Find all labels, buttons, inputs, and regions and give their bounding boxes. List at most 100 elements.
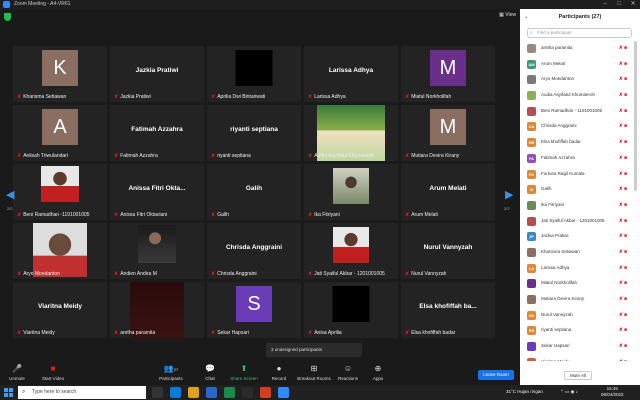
video-tile[interactable]: ✘ Audia Asyifatul Khumaeroh: [304, 105, 398, 161]
file-explorer-icon[interactable]: [188, 387, 199, 398]
reactions-button[interactable]: ☺ Reactions: [336, 364, 360, 381]
participant-list-item[interactable]: LA Larissa Adhya ✘■: [520, 261, 640, 277]
tile-name-label: ✘ Andien Andira M: [114, 271, 157, 277]
store-icon[interactable]: [242, 387, 253, 398]
participant-list-item[interactable]: FA Fatimah Azzahra ✘■: [520, 151, 640, 167]
video-tile[interactable]: A ✘ Aniisah Triwulandari: [13, 105, 107, 161]
participant-name: Viaritna Meidy: [541, 359, 569, 361]
apps-button[interactable]: ⊕ Apps: [366, 364, 390, 381]
taskbar-search-input[interactable]: ⌕ Type here to search: [18, 386, 146, 399]
muted-mic-icon: ✘: [114, 271, 119, 277]
video-tile[interactable]: ✘ Andien Andira M: [110, 223, 204, 279]
video-tile[interactable]: Jazkia Pratiwi ✘ Jazkia Pratiwi: [110, 46, 204, 102]
video-tile[interactable]: riyanti septiana ✘ riyanti septiana: [207, 105, 301, 161]
chevron-down-icon[interactable]: ⌄: [524, 9, 529, 26]
tile-name-label: ✘ Chrisda Anggraini: [211, 271, 257, 277]
video-tile[interactable]: K ✘ Kharisma Setiawan: [13, 46, 107, 102]
video-tile[interactable]: Larissa Adhya ✘ Larissa Adhya: [304, 46, 398, 102]
video-tile[interactable]: M ✘ Mutiara Devira Kirany: [401, 105, 495, 161]
video-tile[interactable]: ✘ Aryo Moedanton: [13, 223, 107, 279]
tile-name-label: ✘ Elsa khofiffah badar: [405, 330, 455, 336]
maximize-button[interactable]: □: [612, 0, 626, 9]
participant-list-item[interactable]: NV Nurul Vannyzah ✘■: [520, 308, 640, 324]
participant-list-item[interactable]: Beni Ramadhan - 1191001005 ✘■: [520, 104, 640, 120]
leave-room-button[interactable]: Leave Room: [478, 370, 514, 380]
minimize-button[interactable]: –: [598, 0, 612, 9]
video-tile[interactable]: M ✘ Miatul Norkholifah: [401, 46, 495, 102]
participant-list-item[interactable]: CA Chrisda Anggraini ✘■: [520, 119, 640, 135]
video-tile[interactable]: S ✘ Sekar Hapsari: [207, 282, 301, 338]
muted-mic-icon: ✘: [211, 153, 216, 159]
video-tile[interactable]: Galih ✘ Galih: [207, 164, 301, 220]
participant-avatar: S: [236, 286, 272, 322]
video-tile[interactable]: Arum Melati ✘ Arum Melati: [401, 164, 495, 220]
participant-list-item[interactable]: aretha paramita ✘■: [520, 41, 640, 57]
excel-icon[interactable]: [224, 387, 235, 398]
word-icon[interactable]: [206, 387, 217, 398]
tile-name-label: ✘ Fatimah Azzahra: [114, 153, 158, 159]
video-tile[interactable]: Viaritna Meidy ✘ Viaritna Meidy: [13, 282, 107, 338]
video-tile[interactable]: ✘ Aprilia Dwi Bintariwati: [207, 46, 301, 102]
tile-name-text: Fatimah Azzahra: [120, 153, 158, 159]
task-view-icon[interactable]: [152, 387, 163, 398]
participant-list-item[interactable]: Sekar Hapsari ✘■: [520, 339, 640, 355]
video-tile[interactable]: ✘ aretha paramita: [110, 282, 204, 338]
next-page-arrow-icon[interactable]: ▶: [505, 188, 513, 201]
view-button[interactable]: ▦ View: [499, 12, 516, 18]
windows-start-icon[interactable]: [4, 388, 13, 397]
record-button[interactable]: ● Record: [268, 364, 290, 381]
participants-button[interactable]: 👥27 Participants: [155, 364, 187, 381]
video-tile[interactable]: Chrisda Anggraini ✘ Chrisda Anggraini: [207, 223, 301, 279]
unmute-button[interactable]: 🎤 Unmute: [6, 364, 28, 381]
mute-all-button[interactable]: Mute All: [564, 371, 592, 380]
participant-list-item[interactable]: Ika Fitriyani ✘■: [520, 198, 640, 214]
participant-list-item[interactable]: AM Arum Melati ✘■: [520, 57, 640, 73]
participant-list-item[interactable]: Miatul Norkholifah ✘■: [520, 276, 640, 292]
zoom-taskbar-icon[interactable]: [278, 387, 289, 398]
video-tile[interactable]: Fatimah Azzahra ✘ Fatimah Azzahra: [110, 105, 204, 161]
unassigned-participants-toast[interactable]: 3 unassigned participants: [266, 343, 362, 357]
edge-browser-icon[interactable]: [170, 387, 181, 398]
participant-list-item[interactable]: G Galih ✘■: [520, 182, 640, 198]
taskbar-clock[interactable]: 15:45 06/04/2022: [601, 386, 624, 398]
participant-list-item[interactable]: Aryo Moedanton ✘■: [520, 72, 640, 88]
participant-list-item[interactable]: RS riyanti septiana ✘■: [520, 323, 640, 339]
video-tile[interactable]: ✘ Beni Ramadhan -1191001005: [13, 164, 107, 220]
participant-list-item[interactable]: EB Elsa khofiffah badar ✘■: [520, 135, 640, 151]
participant-list-scrollbar[interactable]: [634, 41, 637, 191]
chrome-icon[interactable]: [260, 387, 271, 398]
participant-avatar: [527, 247, 536, 257]
muted-mic-icon: ✘: [17, 153, 22, 159]
video-tile[interactable]: Nurul Vannyzah ✘ Nurul Vannyzah: [401, 223, 495, 279]
video-tile[interactable]: ✘ Jati Syaiful Akbar - 1201001005: [304, 223, 398, 279]
tile-display-name: Chrisda Anggraini: [225, 244, 283, 251]
participant-list-item[interactable]: FK Fortuna Ragil Kumala ✘■: [520, 167, 640, 183]
muted-mic-icon: ✘: [308, 330, 313, 336]
participant-avatar: LA: [527, 263, 536, 273]
chat-icon: 💬: [205, 364, 215, 373]
participant-search-input[interactable]: ⌕ Find a participant: [527, 28, 632, 38]
start-video-button[interactable]: ■ Start Video: [38, 364, 68, 381]
system-tray-icons[interactable]: ⌃ ▭ ◉ ♪: [560, 389, 578, 395]
close-button[interactable]: ✕: [626, 0, 640, 9]
muted-status-icon: ✘■: [618, 201, 628, 208]
chat-button[interactable]: 💬 Chat: [200, 364, 220, 381]
video-tile[interactable]: Elsa khofiffah ba... ✘ Elsa khofiffah bada…: [401, 282, 495, 338]
participant-name: Larissa Adhya: [541, 264, 570, 270]
weather-status[interactable]: 31°C Hujan ringan: [506, 389, 543, 394]
participant-list-item[interactable]: VM Viaritna Meidy ✘■: [520, 355, 640, 361]
participant-avatar: G: [527, 185, 536, 195]
previous-page-arrow-icon[interactable]: ◀: [6, 188, 14, 201]
participant-list-item[interactable]: Kharisma Setiawan ✘■: [520, 245, 640, 261]
muted-mic-icon: ✘: [114, 212, 119, 218]
breakout-rooms-button[interactable]: ⊞ Breakout Rooms: [296, 364, 332, 381]
participant-list-item[interactable]: JP Jazkia Pratiwi ✘■: [520, 229, 640, 245]
video-tile[interactable]: ✘ Ika Fitriyani: [304, 164, 398, 220]
participant-list-item[interactable]: Jati Syaiful Akbar - 1201001005 ✘■: [520, 214, 640, 230]
video-tile[interactable]: ✘ Anisa Aprilia: [304, 282, 398, 338]
video-tile[interactable]: Anissa Fitri Okta... ✘ Anissa Fitri Oktavi…: [110, 164, 204, 220]
participant-name: Arum Melati: [541, 60, 566, 66]
participant-list-item[interactable]: Audia Asyifatul Khumaeroh ✘■: [520, 88, 640, 104]
share-screen-button[interactable]: ⬆ Share Screen: [228, 364, 260, 381]
participant-list-item[interactable]: Mutiara Devira Kirany ✘■: [520, 292, 640, 308]
